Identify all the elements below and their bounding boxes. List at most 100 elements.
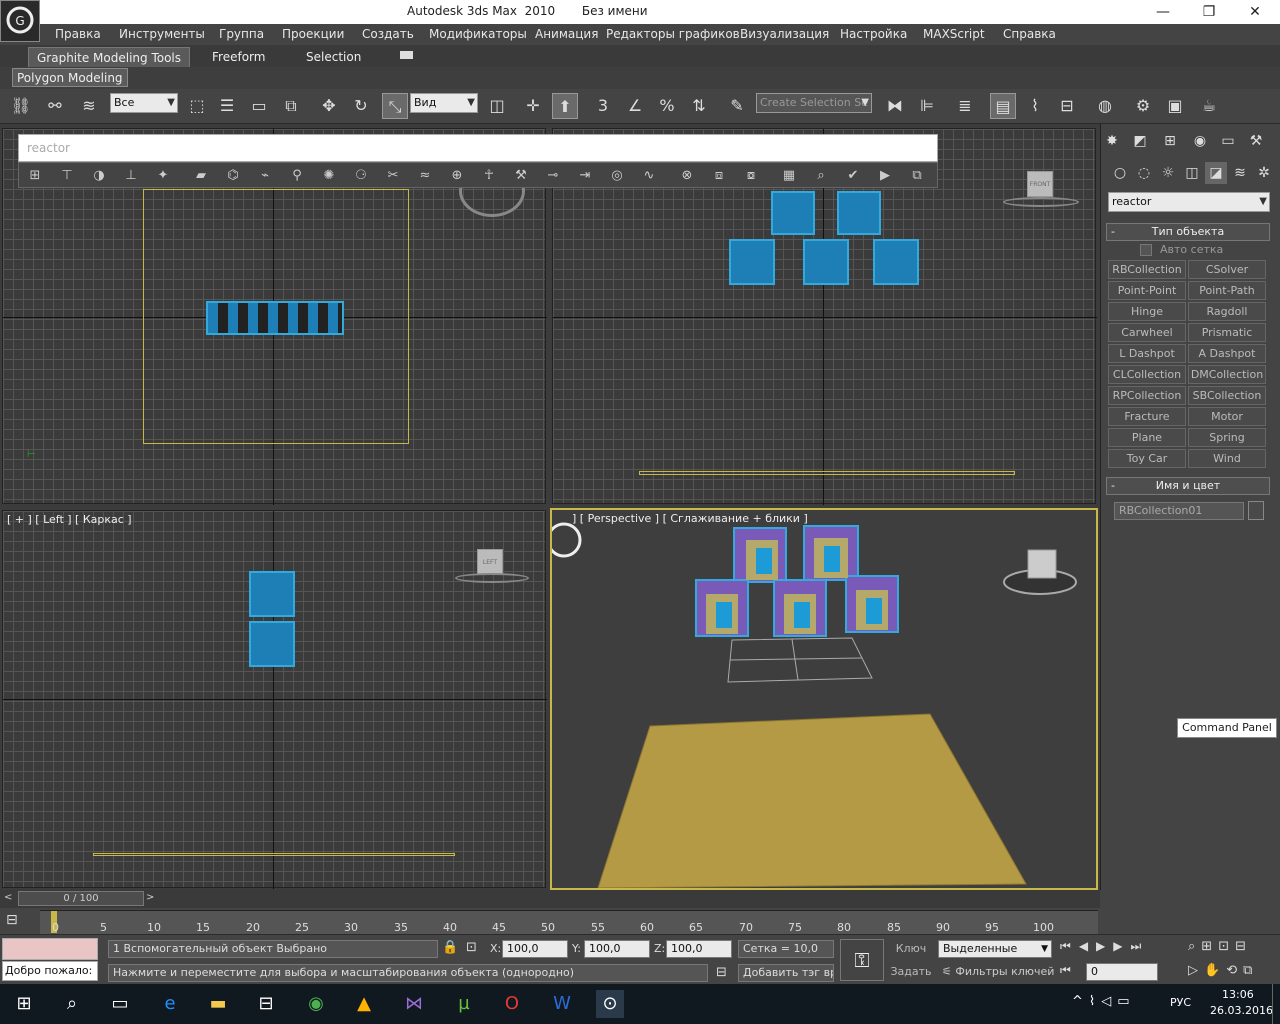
utilities-tab-icon[interactable]: ⚒ bbox=[1245, 130, 1267, 152]
select-by-name-icon[interactable]: ☰ bbox=[214, 93, 240, 119]
word-icon[interactable]: W bbox=[548, 990, 576, 1018]
keyboard-shortcut-override-icon[interactable]: ⬆ bbox=[552, 93, 578, 119]
preview-animation-icon[interactable]: ▶ bbox=[875, 167, 895, 185]
menu-rendering[interactable]: Визуализация bbox=[740, 27, 829, 41]
zoom-icon[interactable]: ⌕ bbox=[1188, 939, 1201, 954]
ribbon-toggle-icon[interactable] bbox=[400, 51, 413, 59]
rotate-icon[interactable]: ↻ bbox=[348, 93, 374, 119]
tab-polygon-modeling[interactable]: Polygon Modeling bbox=[12, 68, 128, 87]
maxscript-listener-pink[interactable] bbox=[2, 938, 98, 960]
motor-icon[interactable]: ⚲ bbox=[287, 167, 307, 185]
csolver-button[interactable]: CSolver bbox=[1188, 260, 1266, 279]
3dsmax-taskbar-icon[interactable]: ⊙ bbox=[596, 990, 624, 1018]
opera-icon[interactable]: O bbox=[498, 990, 526, 1018]
menu-tools[interactable]: Инструменты bbox=[119, 27, 205, 41]
clcollection-button[interactable]: CLCollection bbox=[1108, 365, 1186, 384]
app-logo-icon[interactable]: G bbox=[0, 0, 40, 42]
volume-icon[interactable]: ◁ bbox=[1101, 994, 1117, 1009]
shapes-icon[interactable]: ◌ bbox=[1133, 162, 1155, 184]
point-path-icon[interactable]: ∿ bbox=[639, 167, 659, 185]
menu-create[interactable]: Создать bbox=[362, 27, 414, 41]
ragdoll-button[interactable]: Ragdoll bbox=[1188, 302, 1266, 321]
render-setup-icon[interactable]: ⚙ bbox=[1130, 93, 1156, 119]
reference-coord-dropdown[interactable]: Вид ▼ bbox=[410, 93, 478, 113]
viewport-label[interactable]: [ + ] [ Left ] [ Каркас ] bbox=[7, 513, 132, 526]
file-explorer-icon[interactable]: ▬ bbox=[204, 990, 232, 1018]
named-selection-dropdown[interactable]: Create Selection Se ▼ bbox=[756, 93, 872, 113]
motor-button[interactable]: Motor bbox=[1188, 407, 1266, 426]
soft-body-icon[interactable]: ◑ bbox=[89, 167, 109, 185]
network-icon[interactable]: ⌇ bbox=[1089, 994, 1101, 1009]
add-time-tag[interactable]: Добавить тэг врем bbox=[738, 964, 834, 982]
rope-icon[interactable]: ⊥ bbox=[121, 167, 141, 185]
orbit-gizmo-icon[interactable] bbox=[552, 522, 582, 558]
ragdoll-icon[interactable]: ☥ bbox=[479, 167, 499, 185]
time-tag-icon[interactable]: ⊟ bbox=[716, 965, 727, 980]
windows-start-icon[interactable]: ⊞ bbox=[10, 990, 38, 1018]
scale-icon[interactable]: ⤡ bbox=[382, 93, 408, 119]
layer-manager-icon[interactable]: ≣ bbox=[952, 93, 978, 119]
plane-icon[interactable]: ▰ bbox=[191, 167, 211, 185]
orbit-icon[interactable]: ⟲ bbox=[1226, 963, 1243, 978]
view-cube[interactable] bbox=[1027, 549, 1057, 579]
set-key-button[interactable]: Задать bbox=[890, 965, 932, 978]
fracture-icon[interactable]: ✂ bbox=[383, 167, 403, 185]
menu-graph-editors[interactable]: Редакторы графиков bbox=[606, 27, 740, 41]
fracture-button[interactable]: Fracture bbox=[1108, 407, 1186, 426]
isolate-icon[interactable]: ⊡ bbox=[466, 940, 477, 955]
hinge-button[interactable]: Hinge bbox=[1108, 302, 1186, 321]
graphite-toggle-icon[interactable]: ▤ bbox=[990, 93, 1016, 119]
next-frame-icon[interactable]: ▶ bbox=[1113, 939, 1130, 953]
deforming-mesh-icon[interactable]: ✦ bbox=[153, 167, 173, 185]
rbcollection-button[interactable]: RBCollection bbox=[1108, 260, 1186, 279]
select-object-icon[interactable]: ⬚ bbox=[184, 93, 210, 119]
percent-snap-icon[interactable]: % bbox=[654, 93, 680, 119]
key-mode-dropdown[interactable]: Выделенные ▼ bbox=[938, 940, 1052, 958]
dmcollection-button[interactable]: DMCollection bbox=[1188, 365, 1266, 384]
fracture-modifier-icon[interactable]: ⊗ bbox=[677, 167, 697, 185]
viewport-left[interactable]: [ + ] [ Left ] [ Каркас ] LEFT bbox=[2, 510, 547, 889]
edit-named-selection-icon[interactable]: ✎ bbox=[724, 93, 750, 119]
rect-selection-icon[interactable]: ▭ bbox=[246, 93, 272, 119]
rpcollection-button[interactable]: RPCollection bbox=[1108, 386, 1186, 405]
toy-car-button[interactable]: Toy Car bbox=[1108, 449, 1186, 468]
prismatic-icon[interactable]: ⇥ bbox=[575, 167, 595, 185]
menu-modifiers[interactable]: Модификаторы bbox=[429, 27, 527, 41]
store-icon[interactable]: ⊟ bbox=[252, 990, 280, 1018]
visual-studio-icon[interactable]: ⋈ bbox=[400, 990, 428, 1018]
trackbar-menu-icon[interactable]: ⊟ bbox=[6, 912, 36, 932]
rigid-body-box[interactable] bbox=[771, 191, 815, 235]
set-key-icon[interactable]: ⚿ bbox=[840, 939, 884, 981]
viewport-perspective[interactable]: ] [ Perspective ] [ Сглаживание + блики … bbox=[550, 508, 1098, 890]
l-dashpot-button[interactable]: L Dashpot bbox=[1108, 344, 1186, 363]
chrome-icon[interactable]: ◉ bbox=[302, 990, 330, 1018]
motion-tab-icon[interactable]: ◉ bbox=[1189, 130, 1211, 152]
play-icon[interactable]: ▶ bbox=[1096, 939, 1113, 953]
time-slider[interactable]: 0 / 100 bbox=[18, 891, 144, 906]
rendered-frame-icon[interactable]: ▣ bbox=[1162, 93, 1188, 119]
menu-maxscript[interactable]: MAXScript bbox=[923, 27, 985, 41]
rigid-body-box[interactable] bbox=[837, 191, 881, 235]
minimize-button[interactable]: — bbox=[1140, 2, 1186, 22]
zoom-extents-all-icon[interactable]: ⊟ bbox=[1235, 939, 1252, 954]
constraint-solver-icon[interactable]: ⊕ bbox=[447, 167, 467, 185]
align-icon[interactable]: ⊫ bbox=[914, 93, 940, 119]
prismatic-button[interactable]: Prismatic bbox=[1188, 323, 1266, 342]
tab-freeform[interactable]: Freeform bbox=[204, 47, 273, 67]
material-editor-icon[interactable]: ◍ bbox=[1092, 93, 1118, 119]
bind-space-warp-icon[interactable]: ≋ bbox=[76, 93, 102, 119]
a-dashpot-button[interactable]: A Dashpot bbox=[1188, 344, 1266, 363]
window-crossing-icon[interactable]: ⧉ bbox=[278, 93, 304, 119]
render-teapot-icon[interactable]: ☕ bbox=[1196, 93, 1222, 119]
clock-date[interactable]: 26.03.2016 bbox=[1210, 1004, 1273, 1017]
tab-graphite-modeling-tools[interactable]: Graphite Modeling Tools bbox=[28, 47, 191, 67]
soft-modifier-icon[interactable]: ⧇ bbox=[741, 167, 761, 185]
z-coordinate-input[interactable]: 100,0 bbox=[666, 940, 732, 958]
key-mode-toggle-icon[interactable]: ⏮ bbox=[1060, 963, 1071, 978]
toy-car-icon[interactable]: ⚆ bbox=[351, 167, 371, 185]
car-wheel-icon[interactable]: ◎ bbox=[607, 167, 627, 185]
search-icon[interactable]: ⌕ bbox=[58, 990, 86, 1018]
notifications-icon[interactable]: ▭ bbox=[1117, 994, 1135, 1009]
pan-icon[interactable]: ✋ bbox=[1204, 963, 1226, 978]
hinge-icon[interactable]: ⚒ bbox=[511, 167, 531, 185]
